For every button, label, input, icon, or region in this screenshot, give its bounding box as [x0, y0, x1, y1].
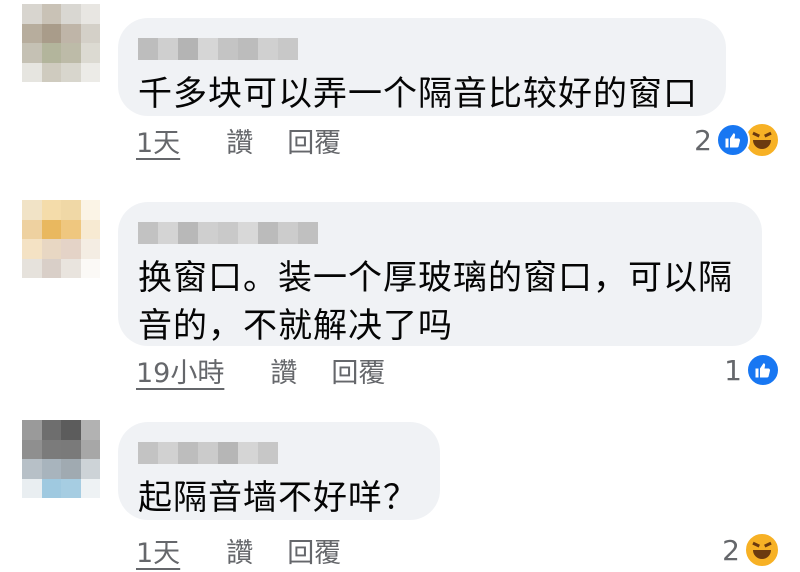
comment-text: 换窗口。装一个厚玻璃的窗口，可以隔 音的，不就解决了吗: [138, 258, 733, 346]
avatar[interactable]: [22, 4, 100, 82]
comment-actions: 1天 讚 回覆: [136, 120, 341, 160]
author-name-redacted[interactable]: [138, 442, 278, 464]
comment-text: 千多块可以弄一个隔音比较好的窗口: [138, 74, 698, 114]
comment-bubble: 换窗口。装一个厚玻璃的窗口，可以隔 音的，不就解决了吗: [118, 202, 762, 346]
reaction-count: 2: [722, 533, 740, 567]
reaction-count: 2: [694, 123, 712, 157]
comment-time-link[interactable]: 1天: [136, 121, 180, 160]
like-icon: [716, 123, 750, 157]
like-button[interactable]: 讚: [226, 121, 253, 160]
comment-time-link[interactable]: 1天: [136, 531, 180, 570]
reply-button[interactable]: 回覆: [331, 351, 385, 390]
comment-bubble: 起隔音墙不好咩？: [118, 422, 440, 520]
like-button[interactable]: 讚: [270, 351, 297, 390]
author-name-redacted[interactable]: [138, 222, 318, 244]
like-button[interactable]: 讚: [226, 531, 253, 570]
reaction-count: 1: [724, 353, 742, 387]
comment-actions: 19小時 讚 回覆: [136, 350, 385, 390]
avatar[interactable]: [22, 200, 100, 278]
reactions-summary[interactable]: 2: [722, 530, 780, 570]
comment-text: 起隔音墙不好咩？: [138, 478, 418, 518]
comment-time-link[interactable]: 19小時: [136, 351, 224, 390]
avatar[interactable]: [22, 420, 100, 498]
reactions-summary[interactable]: 1: [724, 350, 780, 390]
like-icon: [746, 353, 780, 387]
reactions-summary[interactable]: 2: [694, 120, 780, 160]
haha-icon: [744, 532, 780, 568]
reply-button[interactable]: 回覆: [287, 121, 341, 160]
comment-bubble: 千多块可以弄一个隔音比较好的窗口: [118, 18, 726, 116]
comment-actions: 1天 讚 回覆: [136, 530, 341, 570]
reply-button[interactable]: 回覆: [287, 531, 341, 570]
author-name-redacted[interactable]: [138, 38, 298, 60]
